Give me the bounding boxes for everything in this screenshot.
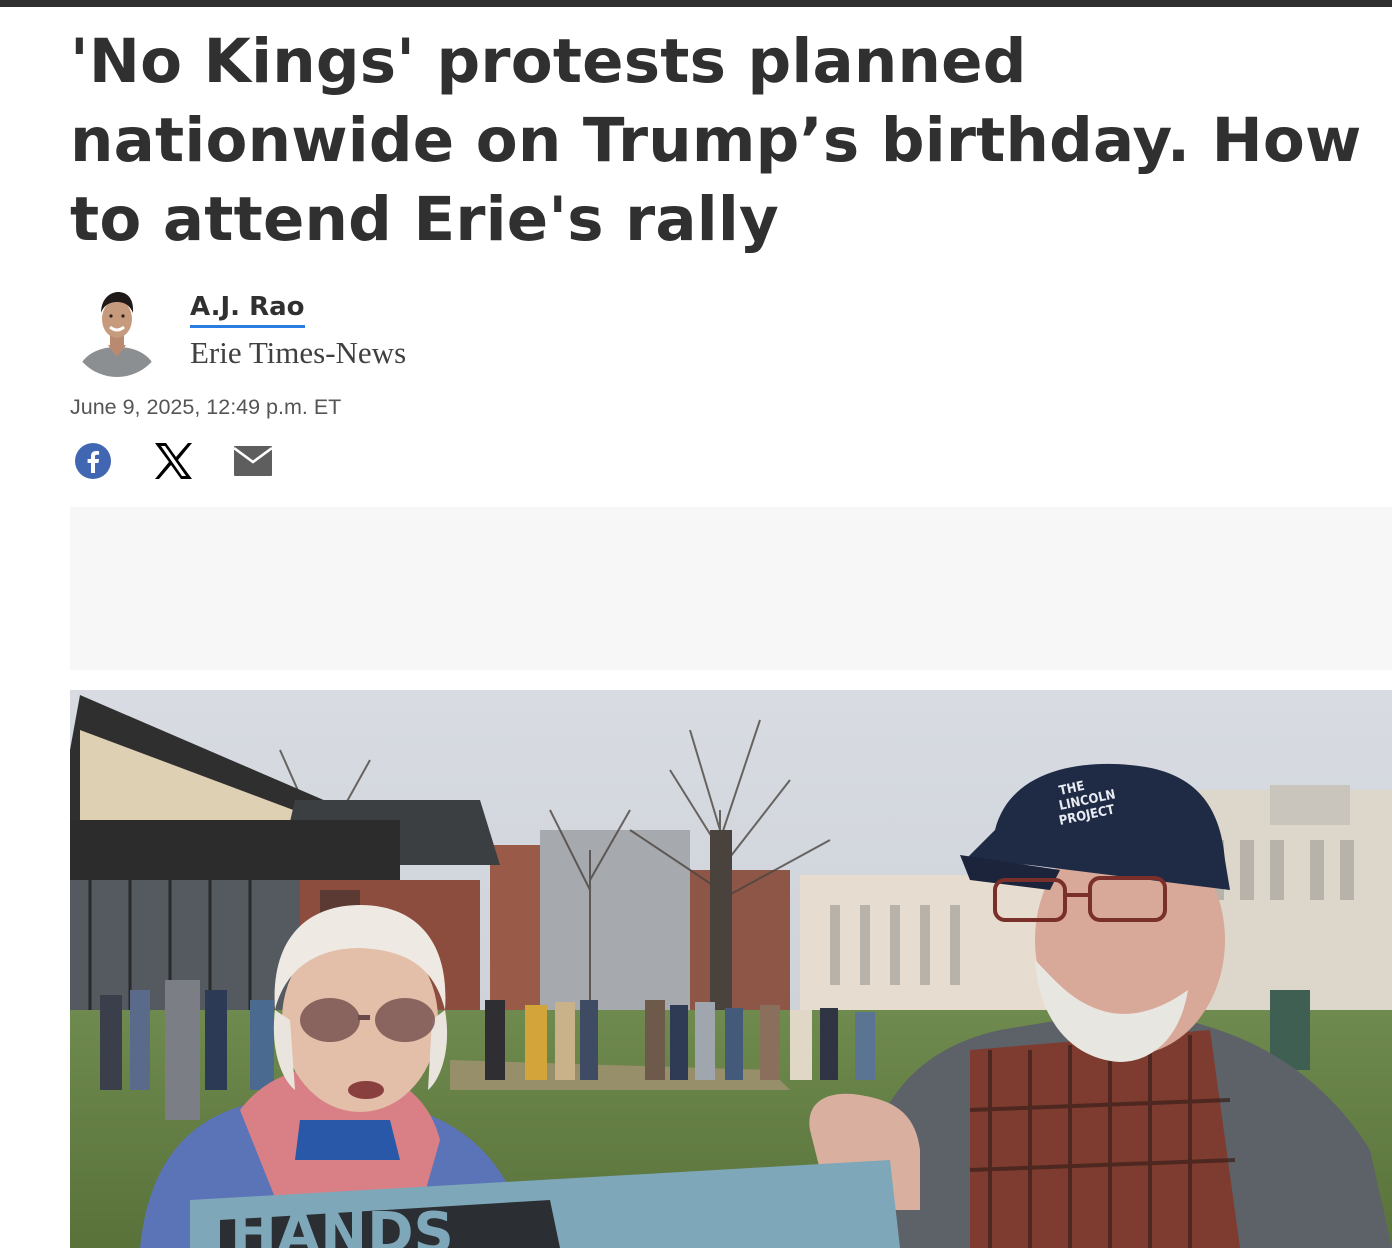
email-icon [234,446,272,476]
facebook-icon [75,443,111,479]
share-email-button[interactable] [230,438,276,484]
ad-placeholder [70,507,1392,670]
headline-line-3: to attend Erie's rally [70,184,779,255]
hero-photo[interactable]: THE LINCOLN PROJECT HANDS [70,690,1392,1248]
protest-photo: THE LINCOLN PROJECT HANDS [70,690,1392,1248]
headline-line-1: 'No Kings' protests planned [70,26,1027,97]
share-bar [70,438,310,484]
publish-timestamp: June 9, 2025, 12:49 p.m. ET [70,395,342,419]
sign-text: HANDS [230,1201,454,1248]
share-x-button[interactable] [150,438,196,484]
x-icon [155,443,192,479]
publication-name: Erie Times-News [190,335,407,370]
top-rule [0,0,1392,7]
article-headline: 'No Kings' protests planned nationwide o… [70,22,1380,259]
author-photo [70,283,164,377]
author-name-link[interactable]: A.J. Rao [190,289,305,328]
share-facebook-button[interactable] [70,438,116,484]
author-avatar[interactable] [70,283,164,377]
headline-line-2: nationwide on Trump’s birthday. How [70,105,1362,176]
